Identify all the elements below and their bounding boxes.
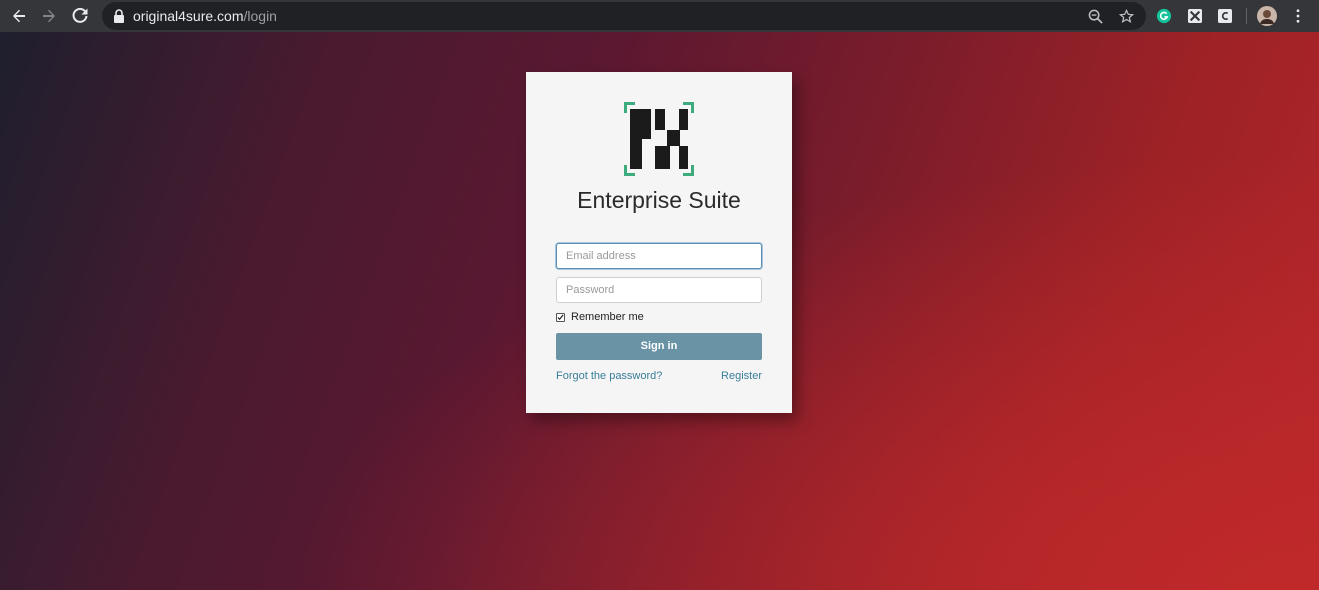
remember-me[interactable]: Remember me xyxy=(556,310,644,324)
menu-dots-icon[interactable] xyxy=(1289,7,1307,25)
url-domain: original4sure.com xyxy=(133,8,244,24)
zoom-icon[interactable] xyxy=(1086,7,1104,25)
forgot-password-link[interactable]: Forgot the password? xyxy=(556,369,662,383)
password-field[interactable] xyxy=(556,277,762,303)
extension-c-icon[interactable] xyxy=(1216,7,1234,25)
login-card: Enterprise Suite Remember me Sign in For… xyxy=(526,72,792,413)
extension-x-icon[interactable] xyxy=(1186,7,1204,25)
remember-checkbox[interactable] xyxy=(556,312,565,322)
grammarly-icon[interactable] xyxy=(1155,7,1173,25)
lock-icon xyxy=(114,9,124,23)
sign-in-button[interactable]: Sign in xyxy=(556,333,762,360)
app-title: Enterprise Suite xyxy=(577,187,741,213)
address-bar[interactable]: original4sure.com/login xyxy=(102,2,1146,30)
login-page: Enterprise Suite Remember me Sign in For… xyxy=(0,32,1319,590)
toolbar-separator xyxy=(1246,8,1247,24)
url-path: /login xyxy=(243,8,277,24)
email-field[interactable] xyxy=(556,243,762,269)
forward-icon[interactable] xyxy=(38,5,60,27)
remember-label: Remember me xyxy=(571,311,644,323)
star-icon[interactable] xyxy=(1117,7,1135,25)
register-link[interactable]: Register xyxy=(721,369,762,383)
back-icon[interactable] xyxy=(8,5,30,27)
profile-avatar[interactable] xyxy=(1257,6,1277,26)
logo-icon xyxy=(624,102,694,176)
reload-icon[interactable] xyxy=(69,5,91,27)
browser-toolbar: original4sure.com/login xyxy=(0,0,1319,32)
url-text: original4sure.com/login xyxy=(133,8,277,24)
checkmark-icon xyxy=(557,313,564,320)
